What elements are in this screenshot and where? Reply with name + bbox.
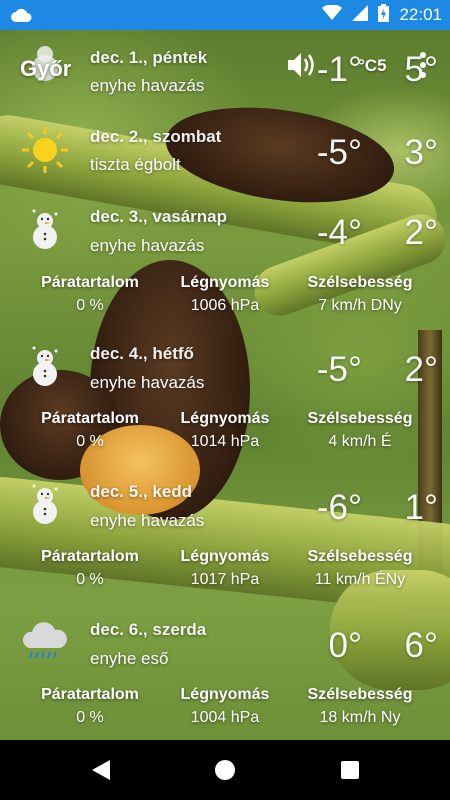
status-bar: 22:01 bbox=[0, 0, 450, 30]
pressure-value: 1017 hPa bbox=[190, 571, 260, 588]
wind-label: Szélsebesség bbox=[307, 410, 413, 427]
day-high-temp: 2° bbox=[404, 350, 438, 389]
wind-value: 18 km/h Ny bbox=[319, 709, 401, 726]
unit-toggle[interactable]: °C5 bbox=[358, 56, 387, 76]
humidity-value: 0 % bbox=[76, 709, 104, 726]
wifi-icon bbox=[322, 3, 343, 26]
wind-value: 4 km/h É bbox=[328, 433, 392, 450]
day-date: dec. 6., szerda bbox=[90, 620, 207, 639]
overflow-menu-icon[interactable] bbox=[418, 50, 428, 85]
city-name[interactable]: Győr bbox=[20, 56, 71, 82]
day-date: dec. 4., hétfő bbox=[90, 344, 194, 363]
wind-label: Szélsebesség bbox=[307, 274, 413, 291]
clock: 22:01 bbox=[399, 5, 442, 24]
day-high-temp: 3° bbox=[404, 133, 438, 172]
day-low-temp: 0° bbox=[328, 626, 362, 665]
pressure-label: Légnyomás bbox=[180, 686, 270, 703]
cloud-notification-icon bbox=[10, 7, 32, 28]
navigation-bar bbox=[0, 740, 450, 800]
day-high-temp: 1° bbox=[404, 488, 438, 527]
rain-cloud-icon bbox=[20, 618, 70, 668]
day-low-temp: -5° bbox=[316, 133, 362, 172]
humidity-label: Páratartalom bbox=[41, 686, 139, 703]
humidity-label: Páratartalom bbox=[41, 274, 139, 291]
day-low-temp: -5° bbox=[316, 350, 362, 389]
speaker-icon[interactable] bbox=[286, 50, 318, 85]
pressure-value: 1004 hPa bbox=[190, 709, 260, 726]
day-high-temp: 6° bbox=[404, 626, 438, 665]
humidity-value: 0 % bbox=[76, 571, 104, 588]
humidity-label: Páratartalom bbox=[41, 410, 139, 427]
pressure-value: 1006 hPa bbox=[190, 297, 260, 314]
day-condition: enyhe havazás bbox=[90, 76, 205, 95]
day-date: dec. 1., péntek bbox=[90, 48, 208, 67]
day-low-temp: -4° bbox=[316, 213, 362, 252]
back-icon[interactable] bbox=[90, 758, 112, 787]
day-condition: enyhe havazás bbox=[90, 511, 205, 530]
wind-value: 11 km/h ÉNy bbox=[314, 571, 406, 588]
home-icon[interactable] bbox=[214, 758, 236, 787]
day-condition: enyhe havazás bbox=[90, 236, 205, 255]
pressure-label: Légnyomás bbox=[180, 548, 270, 565]
recents-icon[interactable] bbox=[340, 758, 360, 787]
wind-value: 7 km/h DNy bbox=[318, 297, 402, 314]
day-date: dec. 2., szombat bbox=[90, 127, 222, 146]
day-condition: tiszta égbolt bbox=[90, 155, 181, 174]
humidity-label: Páratartalom bbox=[41, 548, 139, 565]
day-condition: enyhe havazás bbox=[90, 373, 205, 392]
pressure-label: Légnyomás bbox=[180, 274, 270, 291]
day-high-temp: 2° bbox=[404, 213, 438, 252]
pressure-value: 1014 hPa bbox=[190, 433, 260, 450]
day-date: dec. 3., vasárnap bbox=[90, 207, 228, 226]
day-date: dec. 5., kedd bbox=[90, 482, 193, 501]
day-low-temp: -1° bbox=[316, 50, 362, 89]
wind-label: Szélsebesség bbox=[307, 686, 413, 703]
humidity-value: 0 % bbox=[76, 433, 104, 450]
sun-icon bbox=[20, 125, 70, 175]
snowman-icon bbox=[20, 342, 70, 392]
day-low-temp: -6° bbox=[316, 488, 362, 527]
snowman-icon bbox=[20, 205, 70, 255]
day-condition: enyhe eső bbox=[90, 649, 169, 668]
humidity-value: 0 % bbox=[76, 297, 104, 314]
wind-label: Szélsebesség bbox=[307, 548, 413, 565]
battery-charging-icon bbox=[378, 3, 390, 27]
snowman-icon bbox=[20, 480, 70, 530]
pressure-label: Légnyomás bbox=[180, 410, 270, 427]
signal-icon bbox=[352, 4, 369, 26]
